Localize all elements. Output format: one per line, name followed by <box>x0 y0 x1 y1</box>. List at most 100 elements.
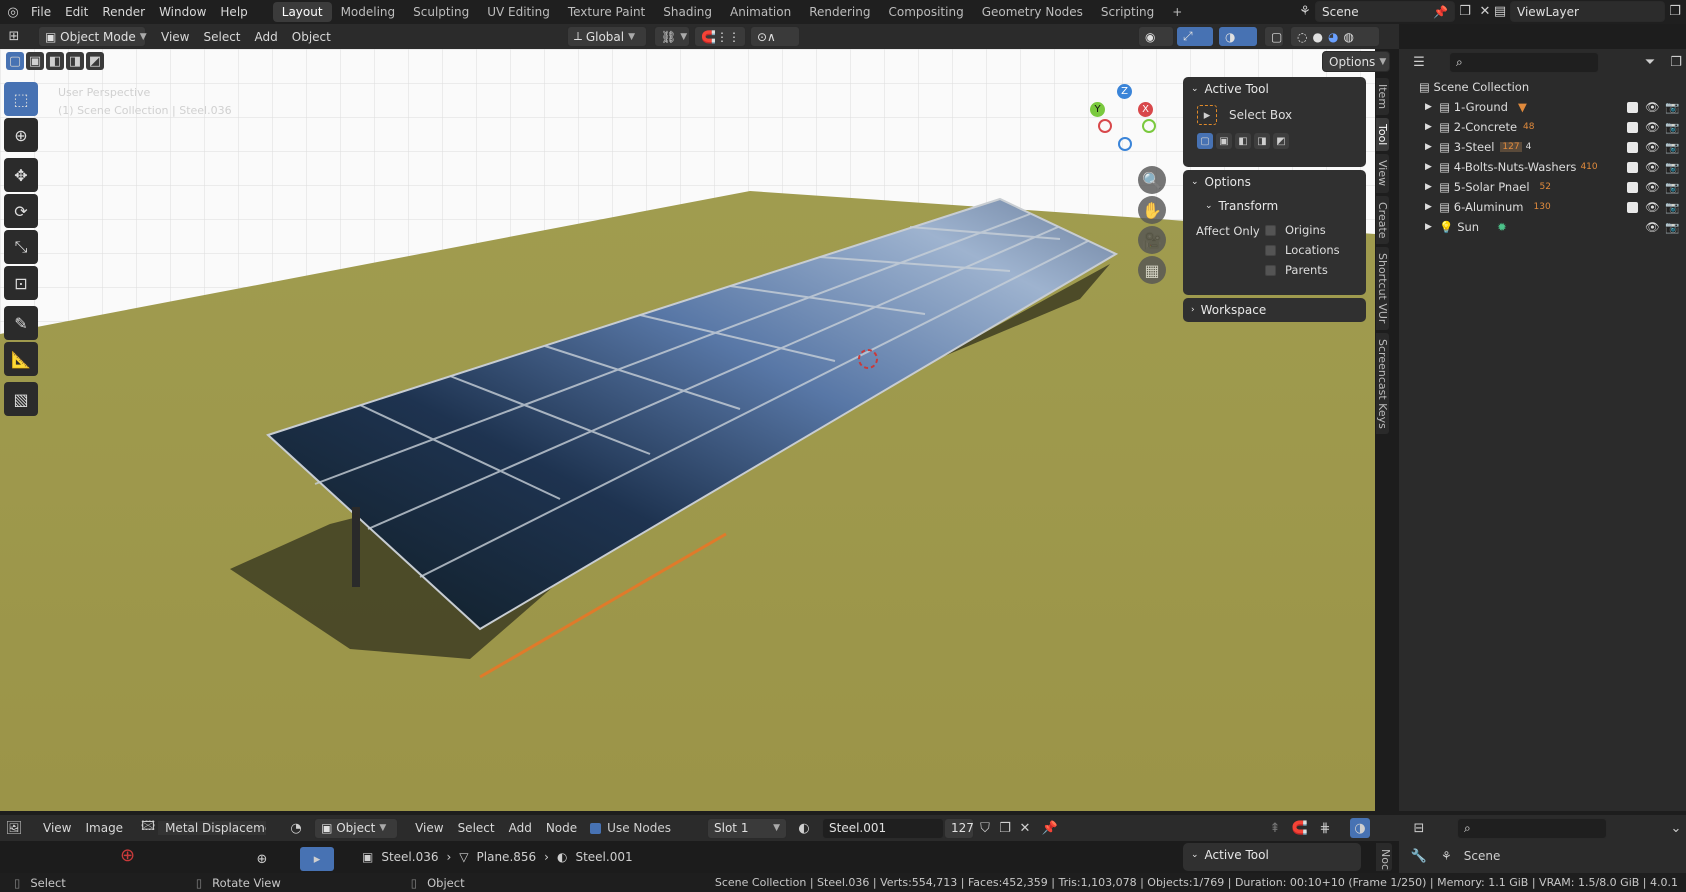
menu-help[interactable]: Help <box>213 5 254 19</box>
chevron-right-icon[interactable]: ▶ <box>1425 122 1432 132</box>
mode-subtract-icon[interactable]: ◧ <box>1235 133 1251 149</box>
orientation-dropdown[interactable]: ⟂ Global ▼ <box>567 26 647 47</box>
fake-user-icon[interactable]: ⛉ <box>975 818 995 838</box>
node-menu-node[interactable]: Node <box>539 821 584 835</box>
outliner-search[interactable]: ⌕ <box>1449 51 1599 73</box>
breadcrumb-material[interactable]: Steel.001 <box>575 850 632 864</box>
xray-toggle[interactable]: ▢ <box>1264 26 1284 47</box>
new-viewlayer-icon[interactable]: ❐ <box>1665 2 1685 22</box>
exclude-checkbox[interactable] <box>1627 201 1638 213</box>
tool-properties-icon[interactable]: 🔧 <box>1409 846 1429 866</box>
breadcrumb-mesh[interactable]: Plane.856 <box>477 850 537 864</box>
pan-hand-icon[interactable]: ✋ <box>1138 196 1166 224</box>
menu-select[interactable]: Select <box>196 30 247 44</box>
proportional-edit-button[interactable]: ⊙∧ <box>750 26 800 47</box>
tab-rendering[interactable]: Rendering <box>800 2 879 22</box>
tab-layout[interactable]: Layout <box>272 2 332 22</box>
origins-checkbox-row[interactable]: Origins <box>1265 223 1326 237</box>
chevron-right-icon[interactable]: ▶ <box>1425 202 1432 212</box>
move-tool[interactable]: ✥ <box>4 158 38 192</box>
camera-icon[interactable]: 📷 <box>1665 220 1679 234</box>
gizmo-neg-z[interactable] <box>1118 137 1132 151</box>
node-menu-select[interactable]: Select <box>451 821 502 835</box>
eye-icon[interactable]: 👁 <box>1645 120 1660 134</box>
shader-object-dropdown[interactable]: ▣ Object ▼ <box>314 817 399 839</box>
chevron-right-icon[interactable]: ▶ <box>1425 142 1432 152</box>
image-editor-type-icon[interactable]: 🖼 <box>4 818 24 838</box>
image-name-field[interactable]: Metal Displacement. <box>158 821 267 835</box>
tab-node[interactable]: Noc <box>1376 843 1392 871</box>
pin-icon[interactable]: 📌 <box>1433 5 1448 19</box>
snap-dropdown[interactable]: 🧲⋮⋮ <box>694 26 746 47</box>
shader-editor-area[interactable]: ⊕ ⊕ ▸ ▣ Steel.036 › ▽ Plane.856 › ◐ Steel.0… <box>0 841 1399 873</box>
node-editor-type-icon[interactable]: ◔ <box>286 818 306 838</box>
eye-icon[interactable]: 👁 <box>1645 160 1660 174</box>
select-new-icon[interactable]: ▢ <box>6 52 24 70</box>
locations-checkbox[interactable] <box>1265 244 1276 256</box>
use-nodes-toggle[interactable]: Use Nodes <box>590 821 671 835</box>
menu-add[interactable]: Add <box>248 30 285 44</box>
properties-editor-type-icon[interactable]: ⊟ <box>1409 818 1429 838</box>
overlay-toggle[interactable]: ◑ <box>1218 26 1258 47</box>
select-subtract-icon[interactable]: ◧ <box>46 52 64 70</box>
snap-element-icon[interactable]: ⋕ <box>1315 818 1335 838</box>
select-box-icon[interactable]: ▸ <box>1197 105 1217 125</box>
new-collection-icon[interactable]: ❐ <box>1666 52 1686 72</box>
material-name-field[interactable]: Steel.001 <box>822 817 944 839</box>
parents-checkbox[interactable] <box>1265 264 1276 276</box>
image-menu-view[interactable]: View <box>36 821 78 835</box>
menu-window[interactable]: Window <box>152 5 213 19</box>
select-intersect-icon[interactable]: ◩ <box>86 52 104 70</box>
snap-icon[interactable]: 🧲 <box>1290 818 1310 838</box>
zoom-icon[interactable]: ⊕ <box>252 849 272 869</box>
node-menu-add[interactable]: Add <box>502 821 539 835</box>
camera-icon[interactable]: 📷 <box>1665 100 1679 114</box>
chevron-down-icon[interactable]: ⌄ <box>1666 818 1686 838</box>
pivot-dropdown[interactable]: ⛓ ▼ <box>654 26 690 47</box>
cursor-tool[interactable]: ⊕ <box>4 118 38 152</box>
use-nodes-checkbox[interactable] <box>590 822 602 834</box>
scale-tool[interactable]: ⤡ <box>4 230 38 264</box>
mode-intersect-icon[interactable]: ◩ <box>1273 133 1289 149</box>
scene-icon[interactable]: ⚘ <box>1295 2 1315 22</box>
outliner-row-aluminum[interactable]: ▶ ▤ 6-Aluminum 130 👁 📷 <box>1399 197 1686 217</box>
mode-extend-icon[interactable]: ▣ <box>1216 133 1232 149</box>
eye-icon[interactable]: 👁 <box>1645 220 1660 234</box>
tab-tool[interactable]: Tool <box>1376 118 1389 152</box>
duplicate-material-icon[interactable]: ❐ <box>995 818 1015 838</box>
exclude-checkbox[interactable] <box>1627 121 1638 133</box>
image-menu-image[interactable]: Image <box>78 821 130 835</box>
viewlayer-icon[interactable]: ▤ <box>1490 2 1510 22</box>
gizmo-z-axis[interactable]: Z <box>1117 84 1132 99</box>
node-menu-view[interactable]: View <box>408 821 450 835</box>
zoom-icon[interactable]: 🔍 <box>1138 166 1166 194</box>
chevron-right-icon[interactable]: ▶ <box>1425 222 1432 232</box>
mode-dropdown[interactable]: ▣ Object Mode ▼ <box>38 26 147 47</box>
exclude-checkbox[interactable] <box>1627 141 1638 153</box>
blender-logo-icon[interactable]: ◎ <box>2 2 24 22</box>
camera-icon[interactable]: 📷 <box>1665 120 1679 134</box>
navigation-gizmo[interactable]: Z Y X <box>1090 84 1160 154</box>
filter-icon[interactable]: ⏷ <box>1640 52 1660 72</box>
tab-screencast-keys[interactable]: Screencast Keys <box>1376 332 1389 435</box>
tab-texture-paint[interactable]: Texture Paint <box>559 2 654 22</box>
gizmo-neg-y[interactable] <box>1142 119 1156 133</box>
transform-subpanel-header[interactable]: ⌄ Transform <box>1183 194 1366 218</box>
add-workspace-button[interactable]: + <box>1163 2 1191 22</box>
outliner-row-ground[interactable]: ▶ ▤ 1-Ground ▼ 👁 📷 <box>1399 97 1686 117</box>
menu-render[interactable]: Render <box>95 5 152 19</box>
chevron-right-icon[interactable]: ▶ <box>1425 182 1432 192</box>
tab-scripting[interactable]: Scripting <box>1092 2 1163 22</box>
material-users-count[interactable]: 127 <box>944 817 974 839</box>
material-preview-icon[interactable]: ◕ <box>1328 30 1338 44</box>
tab-geometry-nodes[interactable]: Geometry Nodes <box>973 2 1092 22</box>
gizmo-neg-x[interactable] <box>1098 119 1112 133</box>
menu-object[interactable]: Object <box>285 30 338 44</box>
menu-view[interactable]: View <box>154 30 196 44</box>
tab-uv-editing[interactable]: UV Editing <box>478 2 559 22</box>
overlay-icon[interactable]: ◑ <box>1350 818 1370 838</box>
menu-file[interactable]: File <box>24 5 58 19</box>
active-tool-header[interactable]: ⌄ Active Tool <box>1183 77 1366 101</box>
outliner-row-sun[interactable]: ▶ 💡 Sun ✹ 👁 📷 <box>1399 217 1686 237</box>
parent-node-tree-icon[interactable]: ⇞ <box>1265 818 1285 838</box>
